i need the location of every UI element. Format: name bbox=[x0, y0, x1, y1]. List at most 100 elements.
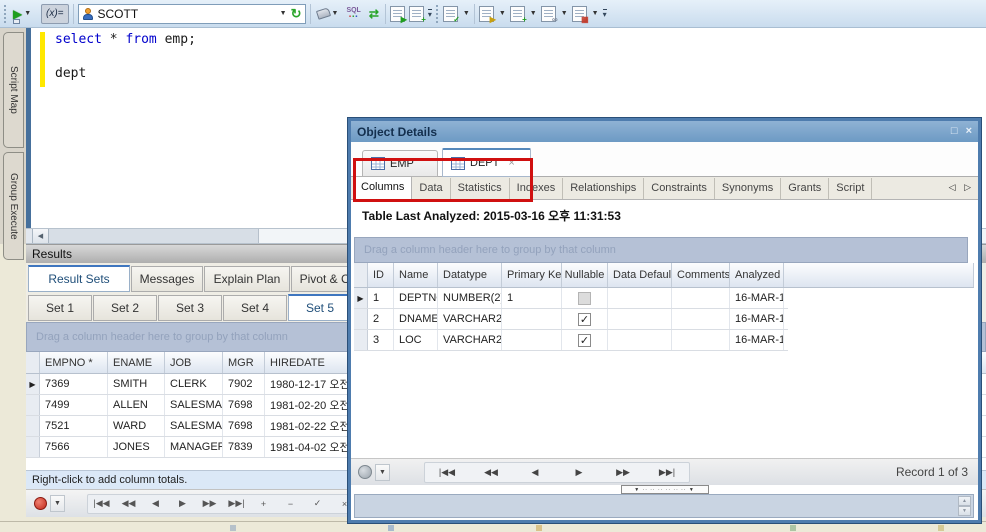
tab-set-4[interactable]: Set 4 bbox=[223, 295, 287, 321]
nav-last-button[interactable]: ▶▶| bbox=[645, 463, 689, 482]
run-dropdown-icon[interactable]: ▼ bbox=[23, 10, 31, 17]
tab-emp[interactable]: EMP bbox=[362, 150, 438, 177]
splitter-handle[interactable]: ▼ ·· ·· ·· ·· ·· ·· ▼ bbox=[621, 485, 709, 494]
script-link-button[interactable]: ∞ bbox=[541, 6, 556, 22]
tab-data[interactable]: Data bbox=[412, 178, 450, 199]
nav-insert-button[interactable]: + bbox=[250, 495, 277, 513]
tab-group-execute[interactable]: Group Execute bbox=[3, 152, 24, 260]
run-script-button[interactable]: ▶ ▼ bbox=[11, 4, 37, 24]
navigator-buttons: |◀◀ ◀◀ ◀ ▶ ▶▶ ▶▶| + − ✓ × bbox=[87, 494, 359, 514]
tab-explain-plan[interactable]: Explain Plan bbox=[204, 266, 290, 292]
column-header-mgr[interactable]: MGR bbox=[223, 352, 265, 373]
highlight-dropdown-icon[interactable]: ▼ bbox=[331, 10, 339, 17]
navigator-dropdown-icon[interactable]: ▼ bbox=[375, 464, 390, 481]
column-header-ename[interactable]: ENAME bbox=[108, 352, 165, 373]
script-new-button[interactable]: + bbox=[510, 6, 525, 22]
script-chart-button[interactable]: ▦ bbox=[572, 6, 587, 22]
column-header-id[interactable]: ID bbox=[368, 263, 394, 287]
convert-statement-button[interactable]: ⇄ bbox=[367, 6, 381, 22]
bind-variables-toggle[interactable]: (x)= bbox=[41, 4, 69, 24]
column-header-job[interactable]: JOB bbox=[165, 352, 223, 373]
script-check-dropdown-icon[interactable]: ▼ bbox=[462, 10, 470, 17]
nav-next-page-button[interactable]: ▶▶ bbox=[601, 463, 645, 482]
tab-set-1[interactable]: Set 1 bbox=[28, 295, 92, 321]
tab-set-2[interactable]: Set 2 bbox=[93, 295, 157, 321]
spin-down-icon[interactable]: ▼ bbox=[958, 506, 971, 516]
script-new-dropdown-icon[interactable]: ▼ bbox=[529, 10, 537, 17]
nav-post-button[interactable]: ✓ bbox=[304, 495, 331, 513]
nav-prev-page-button[interactable]: ◀◀ bbox=[469, 463, 513, 482]
column-header-empno[interactable]: EMPNO * bbox=[40, 352, 108, 373]
script-chart-dropdown-icon[interactable]: ▼ bbox=[591, 10, 599, 17]
record-indicator-icon[interactable] bbox=[358, 465, 372, 479]
close-icon[interactable]: × bbox=[966, 126, 972, 137]
navigator-buttons: |◀◀ ◀◀ ◀ ▶ ▶▶ ▶▶| bbox=[424, 462, 690, 483]
toolbar-grip[interactable] bbox=[4, 5, 7, 23]
tab-synonyms[interactable]: Synonyms bbox=[715, 178, 781, 199]
code-line-1: select * from emp; bbox=[55, 32, 196, 47]
table-row[interactable]: 3 LOC VARCHAR2(13) ✓ 16-MAR-15 bbox=[354, 330, 788, 351]
object-details-window[interactable]: Object Details □ × EMP bbox=[348, 118, 981, 523]
scrollbar-thumb[interactable] bbox=[49, 229, 259, 243]
tab-set-5[interactable]: Set 5 bbox=[288, 294, 352, 321]
tab-close-icon[interactable]: × bbox=[508, 157, 514, 169]
nav-first-button[interactable]: |◀◀ bbox=[88, 495, 115, 513]
script-link-dropdown-icon[interactable]: ▼ bbox=[560, 10, 568, 17]
tab-dept[interactable]: DEPT × bbox=[442, 148, 531, 177]
table-row[interactable]: 2 DNAME VARCHAR2(14) ✓ 16-MAR-15 bbox=[354, 309, 788, 330]
nav-first-button[interactable]: |◀◀ bbox=[425, 463, 469, 482]
tab-scroll-icons[interactable]: ◁ ▷ bbox=[949, 182, 974, 193]
column-header-nullable[interactable]: Nullable bbox=[562, 263, 608, 287]
nav-next-button[interactable]: ▶ bbox=[557, 463, 601, 482]
connection-combo[interactable]: SCOTT ▼ ↻ bbox=[78, 4, 306, 24]
scrollbar-grip[interactable] bbox=[26, 229, 33, 243]
columns-groupby-bar[interactable]: Drag a column header here to group by th… bbox=[354, 237, 968, 263]
format-sql-button[interactable]: SQL ▪▪▪ bbox=[344, 6, 362, 22]
highlight-button[interactable]: ▼ bbox=[315, 8, 341, 19]
tab-script-map[interactable]: Script Map bbox=[3, 32, 24, 148]
nav-prev-page-button[interactable]: ◀◀ bbox=[115, 495, 142, 513]
column-header-name[interactable]: Name bbox=[394, 263, 438, 287]
nav-delete-button[interactable]: − bbox=[277, 495, 304, 513]
tab-grants[interactable]: Grants bbox=[781, 178, 829, 199]
spin-up-icon[interactable]: ▲ bbox=[958, 496, 971, 506]
table-row[interactable]: ▶ 1 DEPTNO NUMBER(2) 1 16-MAR-15 bbox=[354, 288, 788, 309]
record-indicator-icon[interactable] bbox=[34, 497, 47, 510]
tab-set-3[interactable]: Set 3 bbox=[158, 295, 222, 321]
nav-prev-button[interactable]: ◀ bbox=[513, 463, 557, 482]
execute-to-grid-button[interactable]: ▶ bbox=[390, 6, 405, 22]
tab-indexes[interactable]: Indexes bbox=[510, 178, 564, 199]
nav-prev-button[interactable]: ◀ bbox=[142, 495, 169, 513]
column-header-primary-key[interactable]: Primary Key bbox=[502, 263, 562, 287]
nav-next-page-button[interactable]: ▶▶ bbox=[196, 495, 223, 513]
scroll-left-icon[interactable]: ◀ bbox=[33, 229, 49, 243]
connection-dropdown-icon[interactable]: ▼ bbox=[279, 10, 287, 17]
script-play-button[interactable]: ▶ bbox=[479, 6, 494, 22]
tab-relationships[interactable]: Relationships bbox=[563, 178, 644, 199]
nullable-checkbox[interactable]: ✓ bbox=[578, 313, 591, 326]
nullable-checkbox[interactable] bbox=[578, 292, 591, 305]
toolbar-grip[interactable] bbox=[436, 5, 439, 23]
column-header-comments[interactable]: Comments bbox=[672, 263, 730, 287]
tab-messages[interactable]: Messages bbox=[131, 266, 203, 292]
tab-script[interactable]: Script bbox=[829, 178, 872, 199]
nav-next-button[interactable]: ▶ bbox=[169, 495, 196, 513]
tab-constraints[interactable]: Constraints bbox=[644, 178, 715, 199]
nullable-checkbox[interactable]: ✓ bbox=[578, 334, 591, 347]
tab-statistics[interactable]: Statistics bbox=[451, 178, 510, 199]
column-header-datatype[interactable]: Datatype bbox=[438, 263, 502, 287]
object-details-titlebar[interactable]: Object Details □ × bbox=[351, 121, 978, 142]
toolbar-overflow-icon[interactable]: ▾ bbox=[603, 9, 607, 19]
script-play-dropdown-icon[interactable]: ▼ bbox=[498, 10, 506, 17]
script-check-button[interactable]: ✓ bbox=[443, 6, 458, 22]
tab-columns[interactable]: Columns bbox=[353, 176, 412, 199]
column-header-analyzed[interactable]: Analyzed bbox=[730, 263, 784, 287]
refresh-connection-icon[interactable]: ↻ bbox=[291, 7, 302, 20]
maximize-icon[interactable]: □ bbox=[951, 126, 958, 137]
nav-last-button[interactable]: ▶▶| bbox=[223, 495, 250, 513]
add-statement-button[interactable]: + bbox=[409, 6, 424, 22]
toolbar-overflow-icon[interactable]: ▾ bbox=[428, 9, 432, 19]
tab-result-sets[interactable]: Result Sets bbox=[28, 265, 130, 292]
navigator-dropdown-icon[interactable]: ▼ bbox=[50, 495, 65, 512]
column-header-data-default[interactable]: Data Default bbox=[608, 263, 672, 287]
